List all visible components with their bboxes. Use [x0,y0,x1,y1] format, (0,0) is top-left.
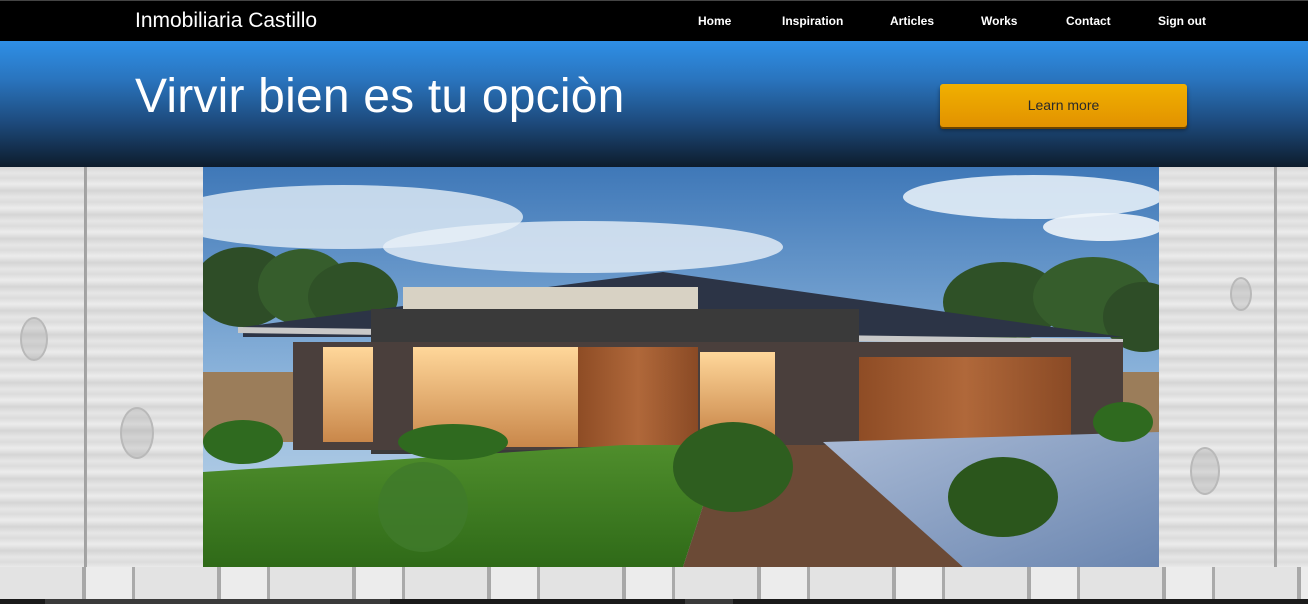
wood-knot [1190,447,1220,495]
shrub [673,422,793,512]
garage-door [859,357,1071,442]
shrub [203,420,283,464]
lower-wood-strip [0,567,1308,600]
wood-knot [20,317,48,361]
nav-inspiration-link[interactable]: Inspiration [782,13,843,29]
shrub [398,424,508,460]
nav-home-link[interactable]: Home [698,13,731,29]
top-navbar: Inmobiliaria Castillo Home Inspiration A… [0,0,1308,41]
main-nav: Home Inspiration Articles Works Contact … [0,13,1308,33]
nav-contact-link[interactable]: Contact [1066,13,1111,29]
window-left [323,347,373,442]
cloud [903,175,1159,219]
wood-knot [120,407,154,459]
shrub [1093,402,1153,442]
hero-banner: Virvir bien es tu opciòn Learn more [0,41,1308,167]
wood-knot [1230,277,1252,311]
cloud [383,221,783,273]
house-photo-illustration [203,167,1159,567]
footer-segment [685,599,733,604]
nav-sign-out-link[interactable]: Sign out [1158,13,1206,29]
feature-parapet [403,287,698,309]
footer-segment [45,599,390,604]
learn-more-button[interactable]: Learn more [940,84,1187,127]
footer-edge [0,599,1308,604]
nav-articles-link[interactable]: Articles [890,13,934,29]
shrub [378,462,468,552]
wood-cladding [578,347,698,447]
hero-title: Virvir bien es tu opciòn [135,70,625,123]
nav-works-link[interactable]: Works [981,13,1017,29]
shrub [948,457,1058,537]
house-photo [203,167,1159,567]
cloud [1043,213,1159,241]
